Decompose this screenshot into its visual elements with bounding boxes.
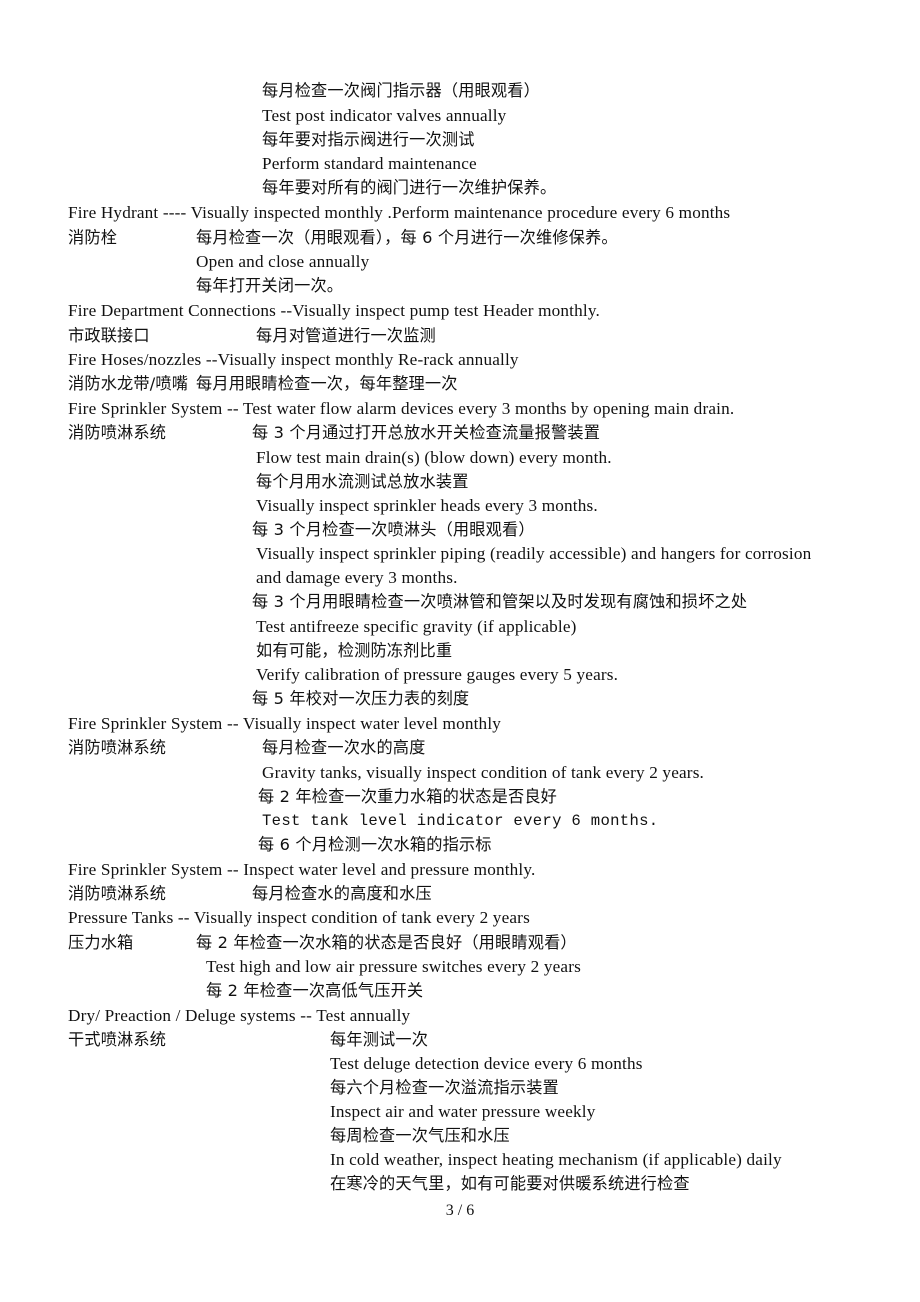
text-line: Pressure Tanks -- Visually inspect condi… (68, 908, 530, 927)
page-number-footer: 3 / 6 (445, 1202, 475, 1219)
text-line: 每年要对所有的阀门进行一次维护保养。 (262, 178, 557, 197)
text-line: 消防喷淋系统 (68, 884, 167, 903)
text-line: 消防喷淋系统 (68, 423, 167, 442)
text-line: Gravity tanks, visually inspect conditio… (262, 763, 705, 782)
text-line: 每月检查一次（用眼观看），每 6 个月进行一次维修保养。 (196, 228, 618, 247)
text-line: 每 2 年检查一次高低气压开关 (206, 981, 424, 1000)
text-line: Fire Hydrant ---- Visually inspected mon… (68, 203, 731, 222)
text-line: 每月检查一次水的高度 (262, 738, 426, 757)
text-line: 消防喷淋系统 (68, 738, 167, 757)
text-line: Test deluge detection device every 6 mon… (330, 1054, 643, 1073)
text-line: Fire Hoses/nozzles --Visually inspect mo… (68, 350, 519, 369)
text-line: 每月检查一次阀门指示器（用眼观看） (262, 81, 540, 100)
text-line: 每 2 年检查一次重力水箱的状态是否良好 (258, 787, 558, 806)
text-line: 干式喷淋系统 (68, 1030, 167, 1049)
text-line: and damage every 3 months. (256, 568, 458, 587)
text-line: Test post indicator valves annually (262, 106, 507, 125)
text-line: 每 6 个月检测一次水箱的指示标 (258, 835, 492, 854)
text-line: 每 5 年校对一次压力表的刻度 (252, 689, 470, 708)
text-line: In cold weather, inspect heating mechani… (330, 1150, 782, 1169)
text-line: Open and close annually (196, 252, 370, 271)
text-line: 压力水箱 (68, 933, 134, 952)
text-line: Inspect air and water pressure weekly (330, 1102, 596, 1121)
text-line: Visually inspect sprinkler piping (readi… (256, 544, 812, 563)
text-line: Verify calibration of pressure gauges ev… (256, 665, 619, 684)
text-line: 如有可能，检测防冻剂比重 (256, 641, 453, 660)
text-line: Fire Sprinkler System -- Test water flow… (68, 399, 735, 418)
text-line: 市政联接口 (68, 326, 150, 345)
text-line: 在寒冷的天气里，如有可能要对供暖系统进行检查 (330, 1174, 690, 1193)
text-line: Perform standard maintenance (262, 154, 477, 173)
text-line: 每 2 年检查一次水箱的状态是否良好（用眼睛观看） (196, 933, 577, 952)
text-line: 每月用眼睛检查一次，每年整理一次 (196, 374, 458, 393)
text-line: 每年要对指示阀进行一次测试 (262, 130, 475, 149)
text-line: Fire Sprinkler System -- Visually inspec… (68, 714, 502, 733)
text-line: 每年打开关闭一次。 (196, 276, 344, 295)
text-line: 每 3 个月检查一次喷淋头（用眼观看） (252, 520, 535, 539)
text-line: 每周检查一次气压和水压 (330, 1126, 510, 1145)
text-line: Test high and low air pressure switches … (206, 957, 581, 976)
text-line: Fire Department Connections --Visually i… (68, 301, 600, 320)
text-line: Test tank level indicator every 6 months… (262, 812, 659, 830)
text-line: Flow test main drain(s) (blow down) ever… (256, 448, 612, 467)
text-line: 每六个月检查一次溢流指示装置 (330, 1078, 559, 1097)
text-line: 每年测试一次 (330, 1030, 429, 1049)
text-line: 每个月用水流测试总放水装置 (256, 472, 469, 491)
text-line: Test antifreeze specific gravity (if app… (256, 617, 577, 636)
text-line: 每月对管道进行一次监测 (256, 326, 436, 345)
text-line: 每 3 个月用眼睛检查一次喷淋管和管架以及时发现有腐蚀和损坏之处 (252, 592, 748, 611)
document-page: 每月检查一次阀门指示器（用眼观看） Test post indicator val… (0, 0, 920, 1302)
text-line: Fire Sprinkler System -- Inspect water l… (68, 860, 536, 879)
text-line: Visually inspect sprinkler heads every 3… (256, 496, 598, 515)
text-line: Dry/ Preaction / Deluge systems -- Test … (68, 1006, 411, 1025)
text-line: 每 3 个月通过打开总放水开关检查流量报警装置 (252, 423, 601, 442)
text-line: 消防水龙带/喷嘴 (68, 374, 189, 393)
text-line: 每月检查水的高度和水压 (252, 884, 432, 903)
text-line: 消防栓 (68, 228, 118, 247)
